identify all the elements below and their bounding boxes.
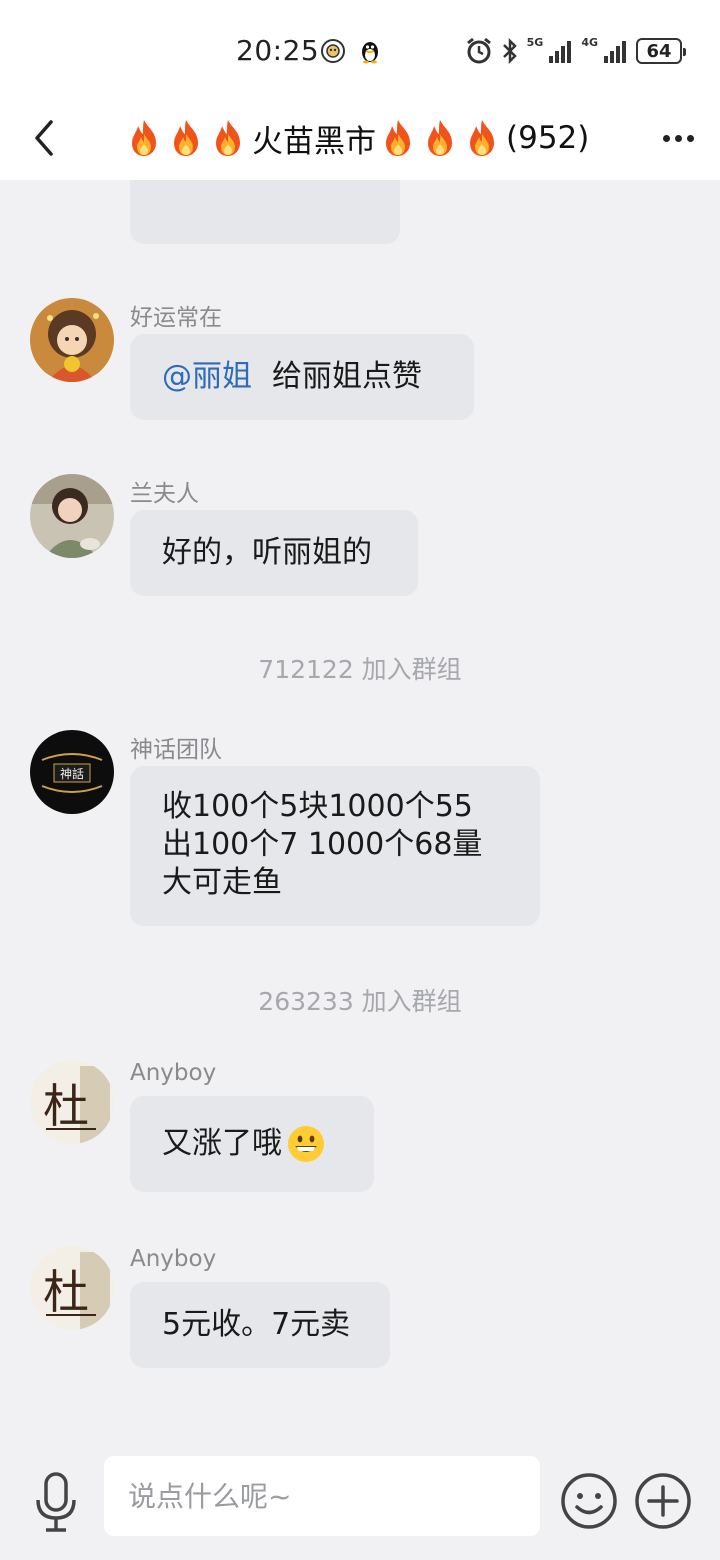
group-name: 火苗黑市 bbox=[252, 123, 376, 160]
avatar[interactable] bbox=[30, 474, 114, 558]
message-bubble[interactable]: 好的，听丽姐的 bbox=[130, 510, 418, 596]
chat-header: 火苗黑市 (952) bbox=[0, 100, 720, 180]
message-text: 又涨了哦 bbox=[162, 1126, 282, 1161]
message-bubble[interactable]: 又涨了哦 bbox=[130, 1096, 374, 1192]
battery-level: 64 bbox=[646, 40, 672, 62]
fire-emoji-icon bbox=[126, 118, 162, 158]
more-options-button[interactable] bbox=[656, 116, 700, 160]
message-line: 出100个7 1000个68量 bbox=[162, 827, 483, 862]
message-line: 收100个5块1000个55 bbox=[162, 789, 473, 824]
microphone-icon[interactable] bbox=[30, 1472, 82, 1534]
signal-5g-icon bbox=[549, 41, 572, 63]
status-indicators: 5G 4G 64 bbox=[465, 36, 686, 66]
message-text: 5元收。7元卖 bbox=[162, 1307, 351, 1342]
input-bar bbox=[0, 1450, 720, 1560]
message-bubble[interactable]: 5元收。7元卖 bbox=[130, 1282, 390, 1368]
status-time: 20:25 bbox=[236, 34, 320, 67]
avatar[interactable]: 杜 bbox=[30, 1060, 114, 1144]
fire-emoji-icon bbox=[464, 118, 500, 158]
fire-emoji-icon bbox=[422, 118, 458, 158]
avatar[interactable]: 神話 bbox=[30, 730, 114, 814]
more-dots-icon bbox=[662, 134, 670, 142]
mention-link[interactable]: @丽姐 bbox=[162, 358, 252, 396]
message-line: 大可走鱼 bbox=[162, 865, 282, 900]
fire-emoji-icon bbox=[210, 118, 246, 158]
message-text: 好的，听丽姐的 bbox=[162, 535, 372, 570]
signal2-label: 4G bbox=[581, 36, 598, 49]
emoji-smile-icon[interactable] bbox=[560, 1472, 618, 1530]
message-bubble[interactable]: @丽姐 给丽姐点赞 bbox=[130, 334, 474, 420]
fire-emoji-icon bbox=[380, 118, 416, 158]
back-button[interactable] bbox=[22, 116, 66, 160]
system-message: 263233 加入群组 bbox=[258, 987, 462, 1016]
grinning-face-emoji-icon bbox=[288, 1126, 324, 1162]
system-message: 712122 加入群组 bbox=[258, 655, 462, 684]
avatar-text: 杜 bbox=[43, 1265, 89, 1319]
avatar[interactable]: 杜 bbox=[30, 1246, 114, 1330]
sender-name: 神话团队 bbox=[130, 737, 222, 763]
qq-penguin-icon bbox=[362, 42, 378, 64]
alarm-icon bbox=[466, 37, 491, 64]
avatar-text: 神話 bbox=[60, 766, 84, 781]
sender-name: Anyboy bbox=[130, 1246, 217, 1272]
message-bubble-cut[interactable] bbox=[130, 180, 400, 244]
group-title: 火苗黑市 (952) bbox=[126, 116, 596, 160]
avatar[interactable] bbox=[30, 298, 114, 382]
message-input[interactable] bbox=[104, 1456, 540, 1536]
avatar-text: 杜 bbox=[43, 1079, 89, 1133]
signal-4g-icon bbox=[604, 41, 626, 63]
message-list[interactable]: 好运常在 @丽姐 给丽姐点赞 兰夫人 好的，听丽姐的 712122 加入群组 神… bbox=[0, 180, 720, 1450]
status-bar: 20:25 5G 4G 64 bbox=[0, 0, 720, 100]
back-arrow-icon bbox=[35, 120, 53, 156]
bluetooth-icon bbox=[502, 37, 517, 65]
message-bubble[interactable]: 收100个5块1000个55 出100个7 1000个68量 大可走鱼 bbox=[130, 766, 540, 926]
battery-icon: 64 bbox=[636, 38, 686, 64]
sender-name: Anyboy bbox=[130, 1060, 217, 1086]
sender-name: 好运常在 bbox=[130, 305, 222, 331]
plus-circle-icon[interactable] bbox=[634, 1472, 692, 1530]
sender-name: 兰夫人 bbox=[130, 481, 199, 507]
message-text: 给丽姐点赞 bbox=[272, 359, 422, 394]
fire-emoji-icon bbox=[168, 118, 204, 158]
app-badge-icon bbox=[321, 39, 345, 63]
signal1-label: 5G bbox=[526, 36, 544, 49]
member-count: (952) bbox=[506, 120, 590, 156]
